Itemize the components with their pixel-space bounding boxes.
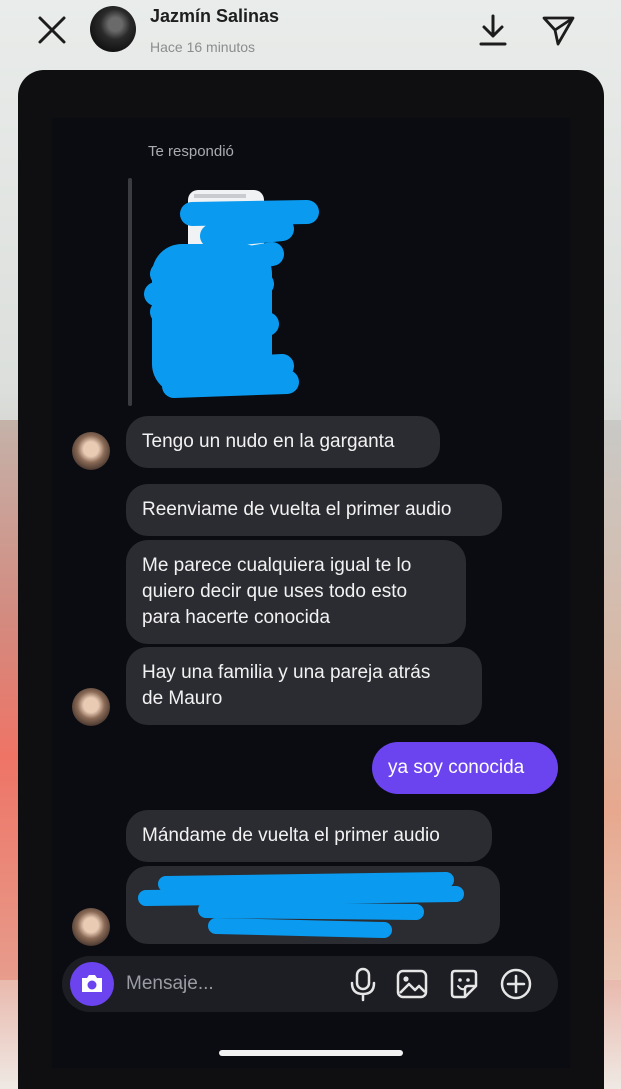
sent-message-bubble[interactable]: ya soy conocida [372, 742, 558, 794]
microphone-icon[interactable] [346, 966, 380, 1002]
sender-avatar[interactable] [72, 432, 110, 470]
message-bubble[interactable]: Me parece cualquiera igual te lo quiero … [126, 540, 466, 644]
message-input[interactable] [126, 966, 336, 1002]
story-header: Jazmín Salinas Hace 16 minutos [0, 0, 621, 70]
sender-avatar[interactable] [72, 908, 110, 946]
sticker-icon[interactable] [447, 966, 481, 1002]
message-bubble[interactable]: Hay una familia y una pareja atrás de Ma… [126, 647, 482, 725]
message-bubble[interactable]: Mándame de vuelta el primer audio [126, 810, 492, 862]
message-bubble[interactable]: Reenviame de vuelta el primer audio [126, 484, 502, 536]
avatar[interactable] [90, 6, 136, 52]
add-icon[interactable] [499, 966, 533, 1002]
send-icon[interactable] [540, 12, 576, 48]
message-bubble[interactable]: Tengo un nudo en la garganta [126, 416, 440, 468]
sender-avatar[interactable] [72, 688, 110, 726]
reply-quote-bar [128, 178, 132, 406]
user-name[interactable]: Jazmín Salinas [150, 6, 279, 27]
home-indicator [219, 1050, 403, 1056]
camera-button[interactable] [70, 962, 114, 1006]
redacted-message-bubble[interactable] [126, 866, 500, 944]
camera-icon [82, 975, 102, 992]
download-icon[interactable] [476, 12, 510, 48]
close-icon[interactable] [34, 12, 70, 48]
redacted-story-thumbnail[interactable] [142, 184, 322, 404]
reply-label: Te respondió [148, 143, 234, 160]
post-time: Hace 16 minutos [150, 39, 256, 55]
gallery-icon[interactable] [395, 966, 429, 1002]
